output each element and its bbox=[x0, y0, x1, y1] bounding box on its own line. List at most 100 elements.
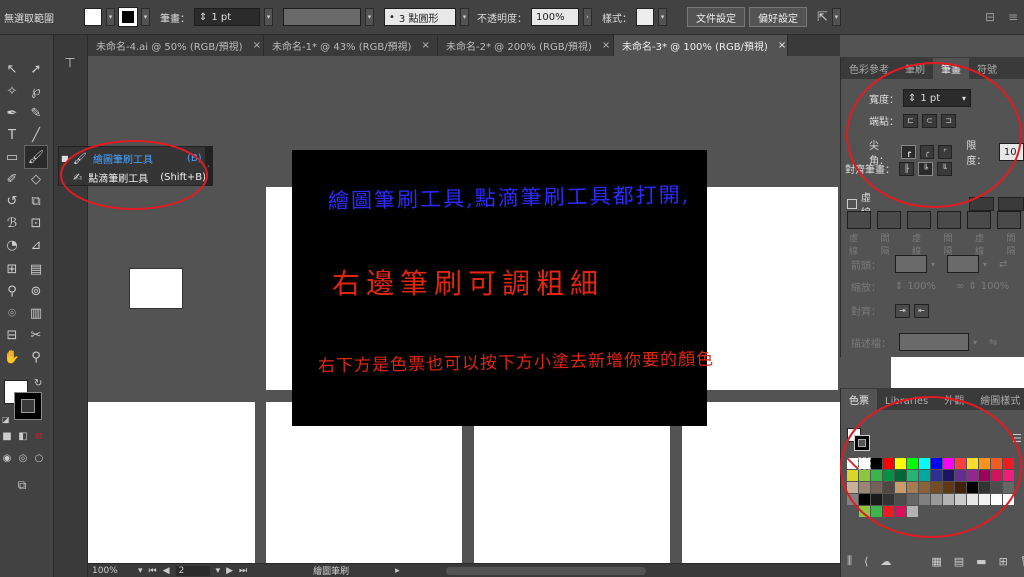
pen-tool-icon[interactable]: ✒ bbox=[2, 103, 22, 123]
perspective-grid-tool-icon[interactable]: ⊿ bbox=[26, 235, 46, 255]
stroke-color-box[interactable] bbox=[14, 392, 42, 420]
chevron-down-icon[interactable]: ▾ bbox=[983, 260, 987, 269]
chevron-down-icon[interactable]: ▾ bbox=[931, 260, 935, 269]
start-arrowhead-select[interactable] bbox=[895, 255, 927, 273]
chevron-right-icon[interactable]: ▸ bbox=[395, 566, 400, 576]
start-scale-value[interactable]: 100% bbox=[907, 281, 936, 292]
slice-tool-icon[interactable]: ✂ bbox=[26, 325, 46, 345]
color-mode-icon[interactable]: ■ bbox=[0, 429, 14, 443]
fill-swatch[interactable] bbox=[84, 8, 102, 26]
draw-inside-icon[interactable]: ○ bbox=[32, 451, 46, 465]
mesh-tool-icon[interactable]: ⊞ bbox=[2, 259, 22, 279]
zoom-tool-icon[interactable]: ⚲ bbox=[26, 347, 46, 367]
tab-document-3[interactable]: 未命名-3* @ 100% (RGB/預視) × bbox=[614, 35, 788, 56]
scale-tool-icon[interactable]: ⧉ bbox=[26, 191, 46, 211]
swap-fill-stroke-icon[interactable]: ↻ bbox=[34, 378, 42, 389]
magic-wand-tool-icon[interactable]: ✧ bbox=[2, 81, 22, 101]
screen-mode-icon[interactable]: ⧉ bbox=[12, 475, 32, 495]
dash-field[interactable] bbox=[907, 211, 931, 229]
cloud-icon[interactable]: ☁ bbox=[880, 555, 891, 568]
stepper-icon[interactable]: ⇕ bbox=[199, 12, 207, 23]
variable-width-dropdown[interactable]: ▾ bbox=[365, 8, 374, 26]
tab-document-1[interactable]: 未命名-1* @ 43% (RGB/預視) × bbox=[264, 35, 438, 56]
column-graph-tool-icon[interactable]: ▥ bbox=[26, 303, 46, 323]
transform-icon[interactable]: ⇱ bbox=[817, 10, 828, 25]
end-scale-value[interactable]: 100% bbox=[981, 281, 1010, 292]
tab-swatches[interactable]: 色票 bbox=[841, 389, 877, 410]
shape-builder-tool-icon[interactable]: ◔ bbox=[2, 235, 22, 255]
chevron-down-icon[interactable]: ▾ bbox=[138, 566, 143, 576]
new-color-group-icon[interactable]: ▬ bbox=[976, 555, 986, 568]
document-setup-button[interactable]: 文件設定 bbox=[687, 7, 745, 27]
artboard-tool-icon[interactable]: ⊟ bbox=[2, 325, 22, 345]
artboard[interactable] bbox=[474, 402, 670, 563]
rotate-tool-icon[interactable]: ↺ bbox=[2, 191, 22, 211]
end-arrowhead-select[interactable] bbox=[947, 255, 980, 273]
arrow-place-icon[interactable]: ⇤ bbox=[914, 303, 929, 318]
paintbrush-tool-icon[interactable]: 🖌 bbox=[24, 145, 48, 169]
panel-menu-icon[interactable]: ≡ bbox=[1008, 10, 1018, 24]
draw-normal-icon[interactable]: ◉ bbox=[0, 451, 14, 465]
none-mode-icon[interactable]: ⊘ bbox=[32, 429, 46, 443]
arrow-extend-icon[interactable]: ⇥ bbox=[895, 303, 910, 318]
artboard[interactable] bbox=[88, 402, 255, 563]
close-icon[interactable]: × bbox=[778, 40, 786, 51]
stroke-weight-dropdown[interactable]: ▾ bbox=[264, 8, 273, 26]
brush-definition-field[interactable]: • 3 點圓形 bbox=[384, 8, 456, 26]
symbol-sprayer-tool-icon[interactable]: ⌾ bbox=[2, 303, 22, 323]
artboard-small[interactable] bbox=[129, 268, 183, 309]
new-swatch-icon[interactable]: ⊞ bbox=[999, 555, 1008, 568]
dashed-checkbox[interactable] bbox=[847, 199, 857, 209]
align-panel-icon[interactable]: ⊤ bbox=[60, 53, 80, 73]
close-icon[interactable]: × bbox=[602, 40, 610, 51]
dash-field[interactable] bbox=[967, 211, 991, 229]
place-swatch-icon[interactable]: ⟨ bbox=[864, 555, 868, 568]
rectangle-tool-icon[interactable]: ▭ bbox=[2, 147, 22, 167]
shaper-tool-icon[interactable]: ✐ bbox=[2, 169, 22, 189]
link-scale-icon[interactable]: ∞ bbox=[956, 281, 964, 292]
artboard[interactable] bbox=[266, 402, 462, 563]
artboard-number[interactable]: 2 bbox=[175, 565, 210, 576]
artboard[interactable] bbox=[682, 402, 840, 563]
zoom-value[interactable]: 100% bbox=[92, 566, 132, 576]
chevron-down-icon[interactable]: ▾ bbox=[216, 566, 221, 576]
curvature-tool-icon[interactable]: ✎ bbox=[26, 103, 46, 123]
gradient-mode-icon[interactable]: ◧ bbox=[16, 429, 30, 443]
lasso-tool-icon[interactable]: ℘ bbox=[26, 81, 46, 101]
type-tool-icon[interactable]: T bbox=[2, 125, 22, 145]
transform-dropdown[interactable]: ▾ bbox=[831, 8, 841, 26]
stroke-dropdown[interactable]: ▾ bbox=[141, 8, 150, 26]
hand-tool-icon[interactable]: ✋ bbox=[2, 347, 22, 367]
delete-swatch-icon[interactable]: 🗑 bbox=[1020, 555, 1024, 568]
warp-tool-icon[interactable]: ℬ bbox=[2, 213, 22, 233]
flip-axis-icon[interactable]: ⇋ bbox=[989, 337, 997, 348]
horizontal-scrollbar[interactable] bbox=[445, 566, 646, 575]
gradient-tool-icon[interactable]: ▤ bbox=[26, 259, 46, 279]
blend-tool-icon[interactable]: ⊚ bbox=[26, 281, 46, 301]
align-dash-icon[interactable] bbox=[998, 197, 1024, 211]
chevron-down-icon[interactable]: ▾ bbox=[973, 338, 977, 347]
first-artboard-icon[interactable]: ⏮ bbox=[149, 566, 157, 576]
gap-field[interactable] bbox=[877, 211, 901, 229]
swap-arrowheads-icon[interactable]: ⇄ bbox=[999, 259, 1007, 270]
swatch-libraries-icon[interactable]: ⫼ bbox=[847, 554, 852, 568]
variable-width-profile[interactable] bbox=[283, 8, 361, 26]
swatch-options-icon[interactable]: ▤ bbox=[954, 555, 964, 568]
previous-artboard-icon[interactable]: ◀ bbox=[163, 566, 170, 576]
eyedropper-tool-icon[interactable]: ⚲ bbox=[2, 281, 22, 301]
selection-tool-icon[interactable]: ↖ bbox=[2, 59, 22, 79]
eraser-tool-icon[interactable]: ◇ bbox=[26, 169, 46, 189]
preferences-button[interactable]: 偏好設定 bbox=[749, 7, 807, 27]
brush-definition-dropdown[interactable]: ▾ bbox=[460, 8, 469, 26]
close-icon[interactable]: × bbox=[421, 40, 429, 51]
direct-selection-tool-icon[interactable]: ➚ bbox=[26, 59, 46, 79]
stepper-icon[interactable]: ⇕ bbox=[968, 281, 976, 292]
show-kinds-icon[interactable]: ▦ bbox=[931, 555, 941, 568]
draw-behind-icon[interactable]: ◎ bbox=[16, 451, 30, 465]
arrange-documents-icon[interactable]: ⊟ bbox=[985, 10, 995, 24]
tab-document-4[interactable]: 未命名-4.ai @ 50% (RGB/預視) × bbox=[88, 35, 264, 56]
stroke-weight-field[interactable]: ⇕ 1 pt bbox=[194, 8, 260, 26]
stroke-swatch[interactable] bbox=[118, 7, 138, 27]
gap-field[interactable] bbox=[937, 211, 961, 229]
free-transform-tool-icon[interactable]: ⊡ bbox=[26, 213, 46, 233]
